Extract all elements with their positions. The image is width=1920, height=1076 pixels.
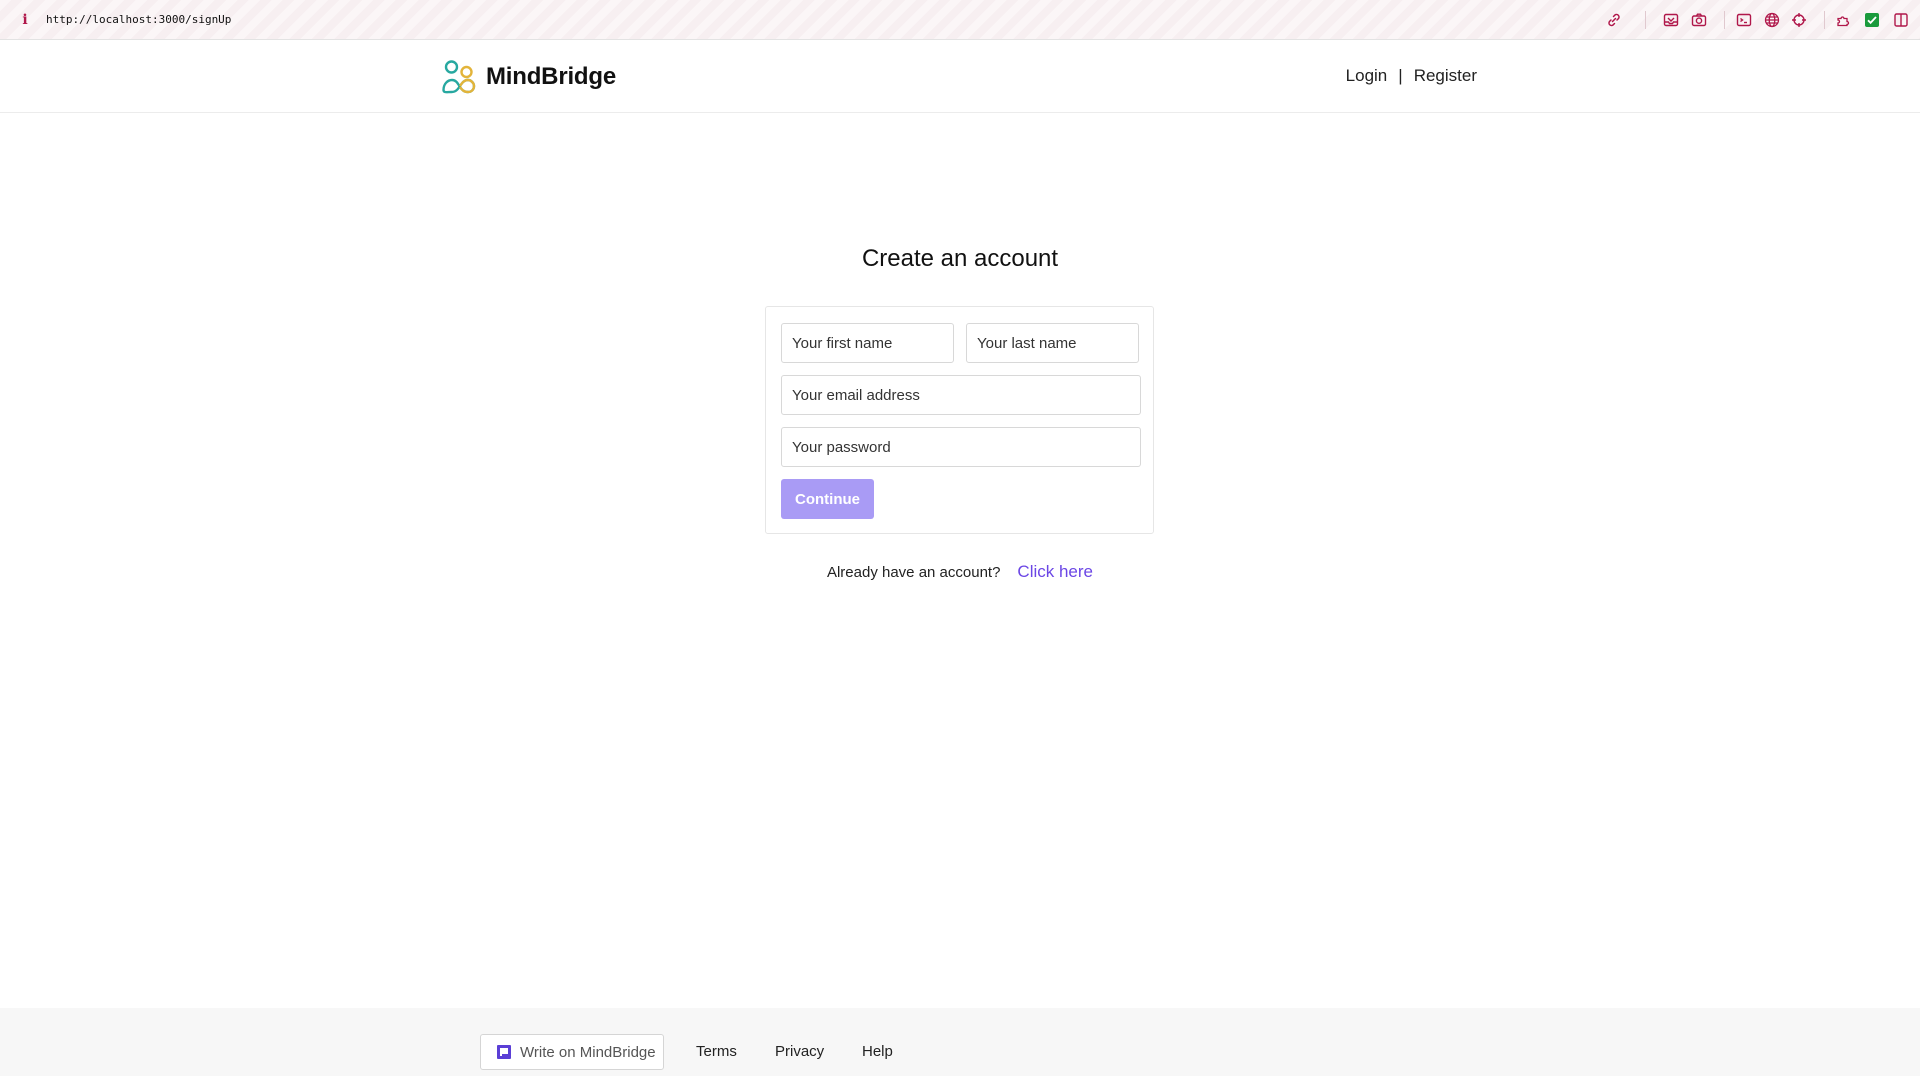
continue-button[interactable]: Continue (781, 479, 874, 519)
browser-toolbar: i http://localhost:3000/signUp (0, 0, 1920, 40)
toolbar-divider (1645, 11, 1646, 29)
login-prompt-text: Already have an account? (826, 564, 1001, 581)
privacy-link[interactable]: Privacy (775, 1043, 824, 1060)
info-icon[interactable]: i (18, 12, 32, 28)
people-icon (441, 60, 477, 94)
signup-form: Continue (765, 306, 1154, 534)
link-icon[interactable] (1606, 12, 1622, 28)
split-view-icon[interactable] (1893, 12, 1909, 28)
register-link[interactable]: Register (1414, 66, 1477, 86)
terms-link[interactable]: Terms (696, 1043, 737, 1060)
login-prompt: Already have an account? Click here (0, 562, 1920, 582)
globe-icon[interactable] (1764, 12, 1780, 28)
checkbox-icon[interactable] (1864, 12, 1880, 28)
write-icon (497, 1045, 511, 1059)
camera-icon[interactable] (1691, 12, 1707, 28)
page-title: Create an account (861, 245, 1059, 272)
first-name-input[interactable] (781, 323, 954, 363)
password-input[interactable] (781, 427, 1141, 467)
site-header: MindBridge Login | Register (0, 40, 1920, 113)
login-link[interactable]: Login (1346, 66, 1388, 86)
toolbar-divider (1724, 11, 1725, 29)
email-input[interactable] (781, 375, 1141, 415)
write-label: Write on MindBridge (520, 1043, 656, 1061)
terminal-icon[interactable] (1736, 12, 1752, 28)
last-name-input[interactable] (966, 323, 1139, 363)
top-nav: Login | Register (1346, 66, 1477, 86)
write-on-mindbridge-button[interactable]: Write on MindBridge (480, 1034, 664, 1070)
crosshair-icon[interactable] (1791, 12, 1807, 28)
nav-separator: | (1398, 66, 1403, 85)
click-here-link[interactable]: Click here (1017, 562, 1093, 582)
help-link[interactable]: Help (862, 1043, 893, 1060)
address-bar-url[interactable]: http://localhost:3000/signUp (46, 13, 231, 26)
site-footer: Write on MindBridge Terms Privacy Help (0, 1008, 1920, 1076)
extension-icon[interactable] (1836, 12, 1852, 28)
inbox-icon[interactable] (1663, 12, 1679, 28)
toolbar-divider (1824, 11, 1825, 29)
brand-logo[interactable]: MindBridge (441, 60, 616, 94)
brand-name: MindBridge (486, 63, 616, 90)
